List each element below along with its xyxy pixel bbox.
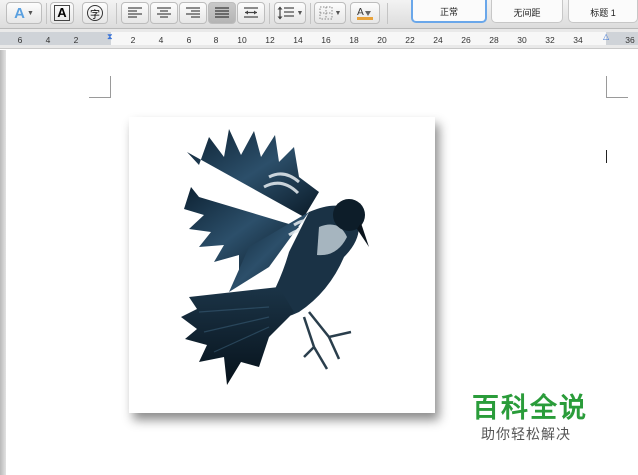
ruler-tick: 28 <box>489 35 499 45</box>
align-right-icon <box>186 7 200 18</box>
separator <box>387 3 388 24</box>
ruler-tick: 2 <box>130 35 136 45</box>
horizontal-ruler[interactable]: 6 4 2 2 4 6 8 10 12 14 16 18 20 22 24 26… <box>0 29 638 49</box>
line-spacing-icon <box>277 6 294 20</box>
style-no-spacing[interactable]: 无间距 <box>491 0 563 23</box>
chevron-down-icon: ▼ <box>334 9 342 17</box>
ruler-tick: 8 <box>213 35 219 45</box>
align-left-button[interactable] <box>121 2 149 24</box>
ruler-tick: 26 <box>461 35 471 45</box>
borders-button[interactable]: ▼ <box>314 2 346 24</box>
formatting-toolbar: A ▼ A 字 ▼ ▼ A 正常 无间距 标题 1 <box>0 0 638 29</box>
watermark-title: 百科全说 <box>472 393 588 424</box>
indent-marker[interactable]: ⧗ <box>107 32 115 42</box>
ruler-tick: 4 <box>158 35 164 45</box>
right-indent-marker[interactable]: △ <box>603 32 611 41</box>
line-spacing-button[interactable]: ▼ <box>274 2 306 24</box>
ruler-tick: 22 <box>405 35 415 45</box>
ruler-tick: 18 <box>349 35 359 45</box>
ruler-tick: 2 <box>73 35 79 45</box>
style-label: 正常 <box>439 7 458 17</box>
separator <box>116 3 117 24</box>
ruler-tick: 10 <box>237 35 247 45</box>
separator <box>310 3 311 24</box>
margin-corner-top-left <box>89 76 111 98</box>
ruler-tick: 32 <box>545 35 555 45</box>
align-center-icon <box>157 7 171 18</box>
ruler-tick: 34 <box>573 35 583 45</box>
shading-icon: A <box>357 7 373 20</box>
ruler-tick: 30 <box>517 35 527 45</box>
ruler-tick: 6 <box>186 35 192 45</box>
page-edge-shadow <box>0 50 6 475</box>
ruler-tick: 16 <box>321 35 331 45</box>
ruler-tick: 24 <box>433 35 443 45</box>
text-effects-button[interactable]: A ▼ <box>6 2 42 24</box>
text-effects-icon: A <box>14 4 25 22</box>
watermark-subtitle: 助你轻松解决 <box>481 427 571 443</box>
separator <box>269 3 270 24</box>
style-label: 标题 1 <box>590 8 616 18</box>
shading-button[interactable]: A <box>350 2 380 24</box>
style-label: 无间距 <box>513 8 541 18</box>
justify-icon <box>215 7 229 18</box>
ruler-tick: 14 <box>293 35 303 45</box>
ruler-tick: 6 <box>17 35 23 45</box>
distribute-icon <box>244 7 258 18</box>
enclose-character-icon: 字 <box>87 5 103 21</box>
margin-corner-top-right <box>606 76 628 98</box>
ruler-tick: 36 <box>625 35 635 45</box>
character-shading-icon: A <box>54 5 70 21</box>
chevron-down-icon: ▼ <box>296 9 304 17</box>
chevron-down-icon: ▼ <box>26 9 34 17</box>
align-right-button[interactable] <box>179 2 207 24</box>
borders-icon <box>319 6 333 20</box>
ruler-tick: 20 <box>377 35 387 45</box>
align-center-button[interactable] <box>150 2 178 24</box>
justify-button[interactable] <box>208 2 236 24</box>
ruler-tick: 12 <box>265 35 275 45</box>
bird-illustration <box>181 129 369 385</box>
svg-text:A: A <box>357 7 364 18</box>
align-left-icon <box>128 7 142 18</box>
character-shading-button[interactable]: A <box>50 2 74 24</box>
distributed-button[interactable] <box>237 2 265 24</box>
inserted-picture[interactable] <box>129 117 435 413</box>
enclose-character-button[interactable]: 字 <box>82 2 108 24</box>
style-normal[interactable]: 正常 <box>411 0 487 23</box>
ruler-tick: 4 <box>45 35 51 45</box>
text-cursor <box>606 150 607 163</box>
style-heading-1[interactable]: 标题 1 <box>568 0 638 23</box>
separator <box>46 3 47 24</box>
